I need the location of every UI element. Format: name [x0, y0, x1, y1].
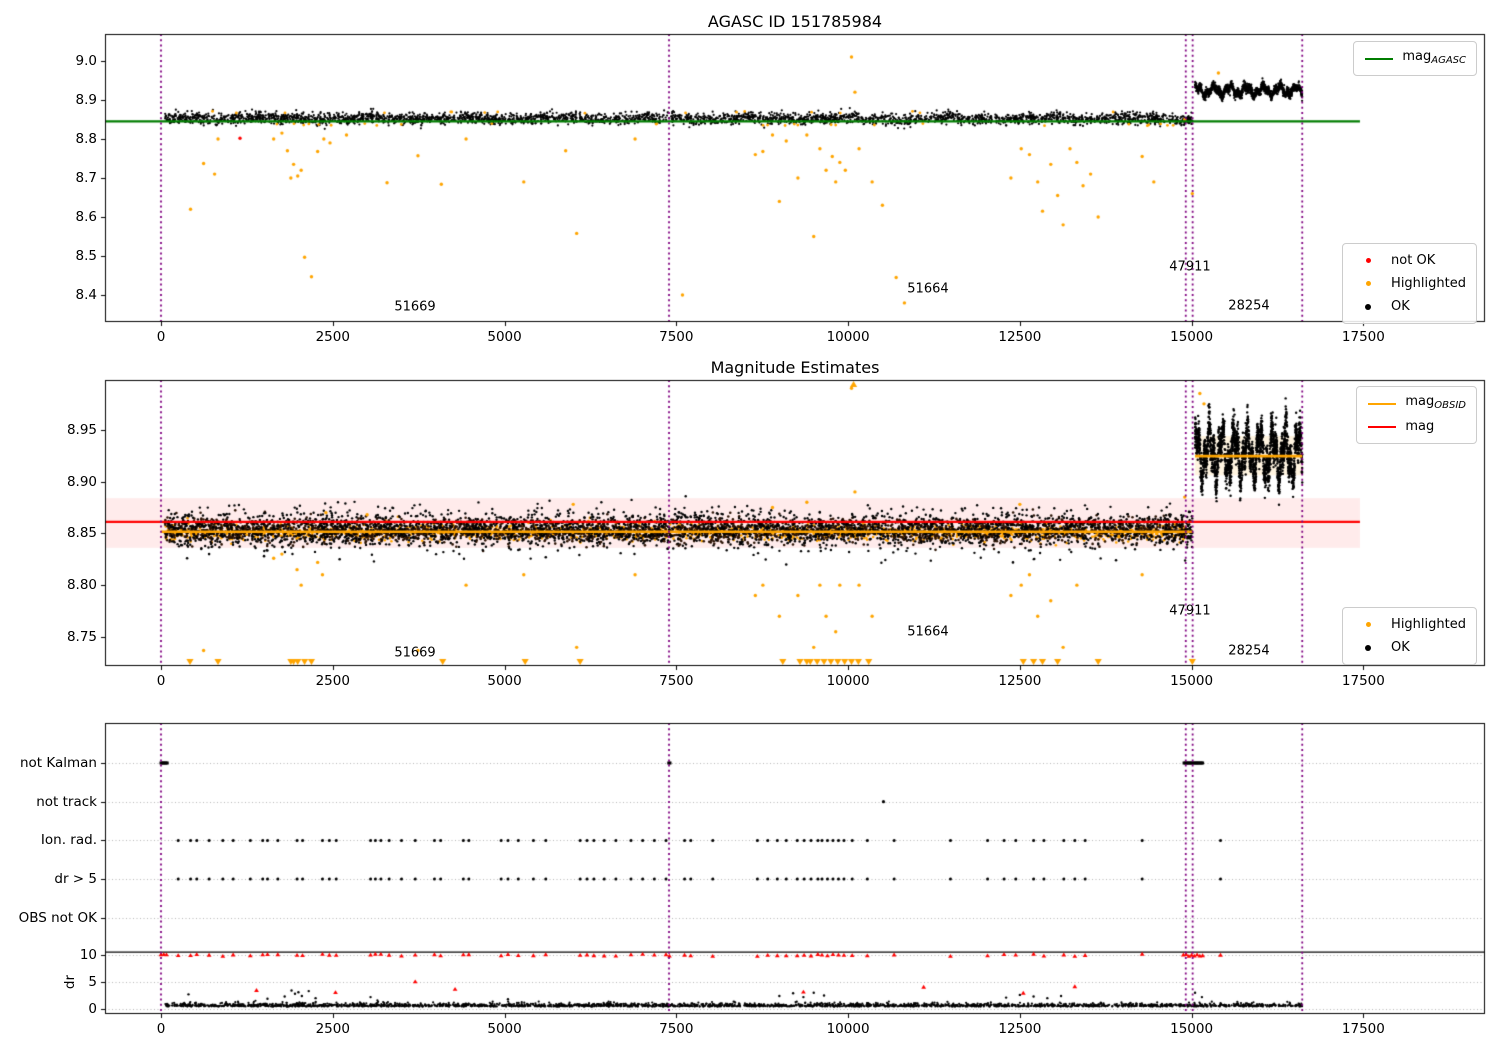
legend-item-not-ok: not OK: [1353, 249, 1466, 272]
y-tick-label: 8.90: [66, 473, 97, 490]
orange-dot-swatch: [1353, 622, 1383, 627]
y-tick-label: 8.6: [75, 209, 97, 226]
x-tick-label: 5000: [487, 1021, 522, 1037]
legend-item-mag-obsid: magOBSID: [1367, 392, 1466, 415]
obsid-annotation: 51669: [394, 645, 436, 661]
x-tick-label: 10000: [826, 1021, 870, 1037]
y-tick-label: 8.9: [75, 91, 97, 108]
y-tick-label: 8.5: [75, 248, 97, 265]
x-tick-label: 0: [156, 673, 166, 689]
y-tick-label: 8.75: [66, 628, 97, 645]
orange-dot-swatch: [1353, 281, 1383, 286]
x-tick-label: 0: [156, 1021, 166, 1037]
x-tick-label: 2500: [315, 329, 350, 345]
y-tick-label: 8.7: [75, 170, 97, 186]
x-tick-label: 10000: [826, 329, 870, 345]
x-tick-label: 10000: [826, 673, 870, 689]
category-label: not Kalman: [19, 755, 97, 771]
y-tick-label: 8.95: [66, 421, 97, 438]
legend-item-mag: mag: [1367, 415, 1466, 438]
obsid-annotation: 51664: [907, 281, 949, 297]
x-tick-label: 17500: [1341, 1021, 1385, 1037]
legend-item-ok: OK: [1353, 636, 1466, 659]
obsid-annotation: 47911: [1169, 259, 1211, 275]
y-tick-label: 8.4: [75, 287, 97, 304]
x-tick-label: 5000: [487, 329, 522, 345]
category-label: Ion. rad.: [40, 832, 97, 849]
obsid-annotation: 28254: [1228, 298, 1270, 314]
plot2-marker-legend: Highlighted OK: [1342, 607, 1477, 665]
red-dot-swatch: [1353, 258, 1383, 263]
plots-canvas: [0, 0, 1500, 1050]
y-tick-label: 8.80: [66, 577, 97, 594]
x-tick-label: 7500: [659, 1021, 694, 1037]
dr-tick-label: 0: [88, 1001, 97, 1017]
black-dot-swatch: [1353, 303, 1383, 310]
x-tick-label: 0: [156, 329, 166, 345]
red-line-swatch: [1367, 425, 1397, 428]
x-tick-label: 17500: [1341, 329, 1385, 345]
green-line-swatch: [1364, 57, 1394, 60]
obsid-annotation: 51669: [394, 299, 436, 315]
x-tick-label: 2500: [315, 673, 350, 689]
plot1-title: AGASC ID 151785984: [707, 12, 883, 31]
x-tick-label: 15000: [1170, 1021, 1214, 1037]
obsid-annotation: 47911: [1169, 603, 1211, 619]
plot1-marker-legend: not OK Highlighted OK: [1342, 243, 1477, 324]
y-tick-label: 8.8: [75, 130, 97, 147]
x-tick-label: 12500: [998, 1021, 1042, 1037]
x-tick-label: 15000: [1170, 673, 1214, 689]
obsid-annotation: 28254: [1228, 643, 1270, 659]
legend-item-highlighted: Highlighted: [1353, 613, 1466, 636]
y-tick-label: 8.85: [66, 525, 97, 542]
legend-item-ok: OK: [1353, 295, 1466, 318]
category-label: not track: [36, 793, 97, 810]
x-tick-label: 17500: [1341, 673, 1385, 689]
category-label: dr > 5: [54, 871, 97, 888]
obsid-annotation: 51664: [907, 624, 949, 640]
x-tick-label: 7500: [659, 329, 694, 345]
plot1-line-legend: magAGASC: [1353, 41, 1477, 76]
legend-item-highlighted: Highlighted: [1353, 272, 1466, 295]
dr-tick-label: 5: [88, 973, 97, 990]
plot2-line-legend: magOBSID mag: [1356, 386, 1477, 444]
legend-label: magAGASC: [1402, 49, 1466, 66]
x-tick-label: 12500: [998, 673, 1042, 689]
x-tick-label: 2500: [315, 1021, 350, 1037]
x-tick-label: 12500: [998, 329, 1042, 345]
black-dot-swatch: [1353, 644, 1383, 651]
legend-item-mag-agasc: magAGASC: [1364, 47, 1466, 70]
orange-line-swatch: [1367, 402, 1397, 405]
plot2-title: Magnitude Estimates: [710, 358, 880, 377]
figure: AGASC ID 151785984 Magnitude Estimates m…: [0, 0, 1500, 1050]
dr-axis-label: dr: [62, 974, 78, 990]
x-tick-label: 7500: [659, 673, 694, 689]
x-tick-label: 5000: [487, 673, 522, 689]
dr-tick-label: 10: [79, 946, 97, 963]
category-label: OBS not OK: [18, 909, 97, 926]
y-tick-label: 9.0: [75, 52, 97, 69]
x-tick-label: 15000: [1170, 329, 1214, 345]
